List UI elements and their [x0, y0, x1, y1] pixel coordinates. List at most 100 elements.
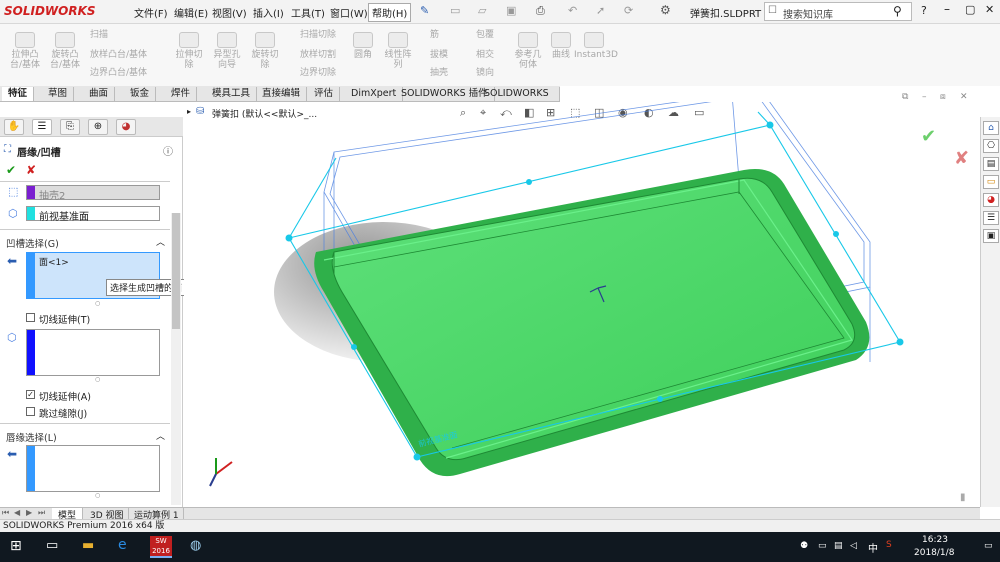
maximize-icon[interactable]: ▢ — [965, 3, 975, 16]
print-icon[interactable]: ⎙ — [536, 4, 545, 18]
resize-handle[interactable]: ○ — [95, 492, 100, 499]
mirror-button[interactable]: 镜向 — [476, 68, 494, 78]
lip-face-list[interactable] — [26, 445, 160, 492]
search-box[interactable]: ☐ 搜索知识库 ⚲ — [764, 2, 912, 21]
help-question-icon[interactable]: ? — [921, 4, 927, 17]
tangent-propagation-checkbox-2[interactable]: ✓ — [26, 390, 35, 399]
rib-button[interactable]: 筋 — [430, 30, 439, 40]
panel-scrollbar[interactable] — [171, 213, 181, 505]
sweep-button[interactable]: 扫描 — [90, 30, 108, 40]
close-icon[interactable]: ✕ — [985, 3, 994, 16]
open-file-icon[interactable]: ▱ — [478, 4, 486, 17]
notification-icon[interactable]: ▭ — [984, 541, 993, 551]
collapse-chevron-icon[interactable]: ︿ — [156, 429, 165, 442]
split-handle[interactable]: ▮ — [960, 492, 966, 503]
groove-section-title[interactable]: 凹槽选择(G) — [6, 236, 59, 250]
tangent-propagation-checkbox-1[interactable] — [26, 313, 35, 322]
menu-tools[interactable]: 工具(T) — [291, 5, 325, 20]
intersect-button[interactable]: 相交 — [476, 50, 494, 60]
dimxpert-icon[interactable]: ⊕ — [88, 119, 108, 135]
appearances-icon[interactable]: ◕ — [983, 193, 999, 207]
scrollbar-thumb[interactable] — [172, 213, 180, 329]
tab-sheet-metal[interactable]: 钣金 — [124, 87, 157, 101]
pin-icon[interactable]: ✎ — [420, 4, 429, 17]
save-icon[interactable]: ▣ — [506, 4, 516, 17]
cancel-x-icon[interactable]: ✘ — [26, 163, 36, 177]
battery-tray-icon[interactable]: ▭ — [818, 541, 827, 551]
resize-handle[interactable]: ○ — [95, 376, 100, 383]
display-manager-icon[interactable]: ◕ — [116, 119, 136, 135]
tab-surfaces[interactable]: 曲面 — [83, 87, 116, 101]
edge-browser-icon[interactable]: e — [118, 537, 127, 553]
file-explorer-taskbar-icon[interactable]: ▬ — [82, 538, 94, 553]
revolve-boss-button[interactable]: 旋转凸 台/基体 — [46, 32, 84, 70]
viewport-close-icon[interactable]: ✕ — [960, 92, 968, 102]
confirm-cancel-icon[interactable]: ✘ — [954, 148, 969, 169]
curves-button[interactable]: 曲线 — [546, 32, 576, 60]
extrude-boss-button[interactable]: 拉伸凸 台/基体 — [6, 32, 44, 70]
design-library-icon[interactable]: ▤ — [983, 157, 999, 171]
menu-edit[interactable]: 编辑(E) — [174, 5, 208, 20]
extrude-cut-button[interactable]: 拉伸切 除 — [170, 32, 208, 70]
search-icon[interactable]: ⚲ — [893, 4, 902, 18]
minimize-icon[interactable]: – — [944, 2, 950, 16]
loft-boss-button[interactable]: 放样凸台/基体 — [90, 50, 147, 60]
menu-file[interactable]: 文件(F) — [134, 5, 168, 20]
ok-check-icon[interactable]: ✔ — [6, 163, 16, 177]
hole-wizard-button[interactable]: 异型孔 向导 — [208, 32, 246, 70]
viewport-maximize-icon[interactable]: ⧈ — [940, 92, 946, 102]
body-field[interactable]: 抽壳2 — [26, 185, 160, 202]
boundary-boss-button[interactable]: 边界凸台/基体 — [90, 68, 147, 78]
swept-cut-button[interactable]: 扫描切除 — [300, 30, 336, 40]
file-explorer-icon[interactable]: ▭ — [983, 175, 999, 189]
lip-section-title[interactable]: 唇缘选择(L) — [6, 430, 57, 444]
sogou-ime-icon[interactable]: S — [886, 540, 892, 550]
tab-sketch[interactable]: 草图 — [42, 87, 75, 101]
volume-tray-icon[interactable]: ◁ — [850, 541, 857, 551]
task-view-icon[interactable]: ▭ — [46, 538, 58, 553]
options-gear-icon[interactable]: ⚙ — [660, 3, 671, 17]
people-tray-icon[interactable]: ⚉ — [800, 541, 808, 551]
lofted-cut-button[interactable]: 放样切割 — [300, 50, 336, 60]
tab-features[interactable]: 特征 — [2, 87, 35, 101]
confirm-ok-icon[interactable]: ✔ — [921, 126, 936, 147]
network-tray-icon[interactable]: ▤ — [834, 541, 843, 551]
prev-tab-arrow-icon[interactable]: ◀ — [14, 508, 20, 517]
graphics-area[interactable]: ▸ ⛁ 弹簧扣 (默认<<默认>_... ⌕ ⌖ ⤺ ◧ ⊞ ⬚ ◫ ◉ ◐ ☁… — [184, 92, 980, 507]
rebuild-icon[interactable]: ⟳ — [624, 4, 633, 17]
menu-window[interactable]: 窗口(W) — [330, 5, 368, 20]
viewport-restore-icon[interactable]: ⧉ — [902, 92, 908, 102]
groove-edge-list[interactable] — [26, 329, 160, 376]
plane-field[interactable]: 前视基准面 — [26, 206, 160, 223]
tab-evaluate[interactable]: 评估 — [308, 87, 341, 101]
tab-mbd[interactable]: SOLIDWORKS MBD — [478, 87, 560, 113]
ime-indicator[interactable]: 中 — [868, 540, 878, 555]
revolve-cut-button[interactable]: 旋转切 除 — [246, 32, 284, 70]
config-manager-icon[interactable]: ⎘ — [60, 119, 80, 135]
resources-icon[interactable]: ⎔ — [983, 139, 999, 153]
home-icon[interactable]: ⌂ — [983, 121, 999, 135]
shell-button[interactable]: 抽壳 — [430, 68, 448, 78]
draft-button[interactable]: 拔模 — [430, 50, 448, 60]
boundary-cut-button[interactable]: 边界切除 — [300, 68, 336, 78]
menu-view[interactable]: 视图(V) — [212, 5, 247, 20]
skip-gaps-checkbox[interactable] — [26, 407, 35, 416]
tab-direct-editing[interactable]: 直接编辑 — [256, 87, 308, 101]
groove-face-item[interactable]: 面<1> — [39, 255, 69, 268]
collapse-chevron-icon[interactable]: ︿ — [156, 235, 165, 248]
app-taskbar-icon[interactable]: ◍ — [190, 538, 201, 553]
fillet-button[interactable]: 圆角 — [348, 32, 378, 60]
menu-insert[interactable]: 插入(I) — [253, 5, 284, 20]
wrap-button[interactable]: 包覆 — [476, 30, 494, 40]
windows-start-icon[interactable]: ⊞ — [10, 538, 22, 554]
clock-time[interactable]: 16:23 — [922, 535, 948, 545]
clock-date[interactable]: 2018/1/8 — [914, 548, 954, 558]
undo-icon[interactable]: ↶ — [568, 4, 577, 17]
property-manager-icon[interactable]: ☰ — [32, 119, 52, 135]
last-tab-arrow-icon[interactable]: ⏭ — [38, 508, 45, 518]
first-tab-arrow-icon[interactable]: ⏮ — [2, 508, 9, 518]
select-icon[interactable]: ➚ — [596, 4, 605, 17]
feature-tree-icon[interactable]: ✋ — [4, 119, 24, 135]
next-tab-arrow-icon[interactable]: ▶ — [26, 508, 32, 517]
tab-weldments[interactable]: 焊件 — [165, 87, 198, 101]
